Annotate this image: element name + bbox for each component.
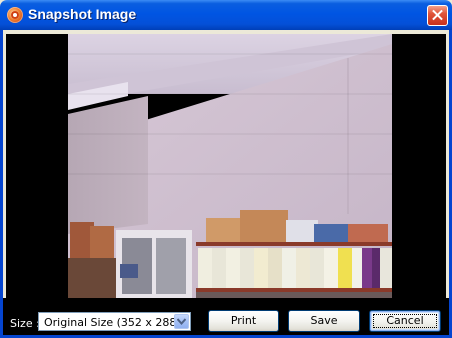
print-button[interactable]: Print <box>208 310 279 332</box>
title-bar[interactable]: Snapshot Image <box>0 0 452 30</box>
cancel-button[interactable]: Cancel <box>369 310 441 332</box>
save-button[interactable]: Save <box>288 310 360 332</box>
cancel-label: Cancel <box>386 314 424 327</box>
close-button[interactable] <box>427 5 448 26</box>
image-viewer <box>6 34 446 298</box>
size-label: Size : <box>10 317 40 330</box>
snapshot-picture <box>68 34 392 298</box>
camera-icon <box>7 7 23 23</box>
size-dropdown[interactable]: Original Size (352 x 288) <box>38 312 191 331</box>
chevron-down-icon[interactable] <box>174 314 189 329</box>
snapshot-image <box>68 34 392 298</box>
size-selected-value: Original Size (352 x 288) <box>44 316 181 329</box>
window-title: Snapshot Image <box>28 6 137 22</box>
snapshot-window: Snapshot Image Size: Original Size (352… <box>0 0 452 338</box>
